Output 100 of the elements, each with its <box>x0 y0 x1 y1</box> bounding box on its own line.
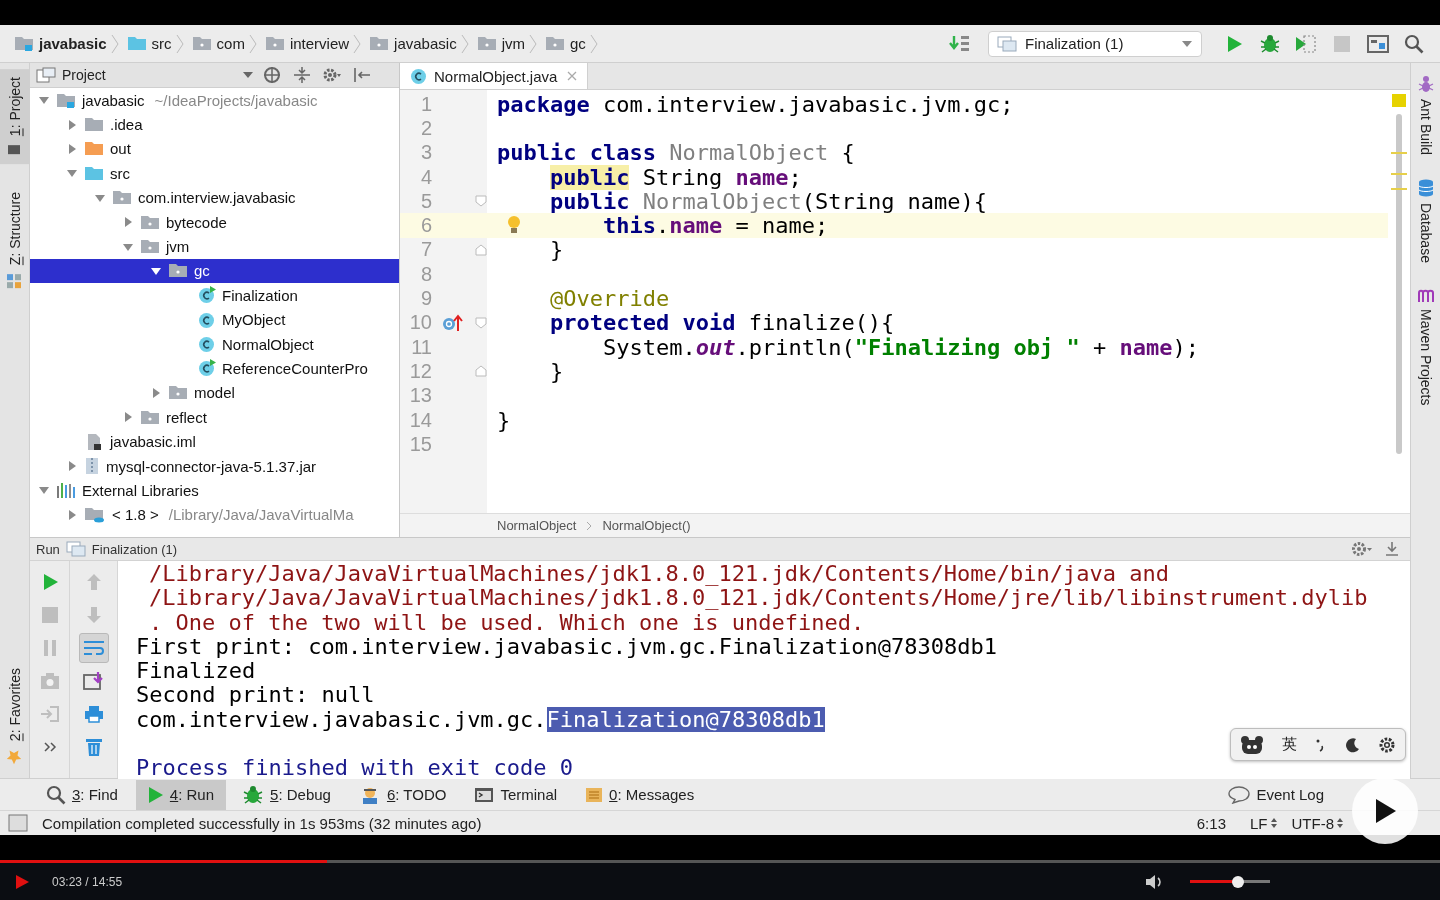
console-line: com.interview.javabasic.jvm.gc.Finalization@78308db1 <box>136 706 826 732</box>
camera-icon <box>39 672 60 690</box>
language-toggle[interactable]: 英 <box>1281 735 1297 755</box>
print-icon <box>83 705 104 723</box>
run-config-dropdown[interactable]: Finalization (1) <box>988 30 1202 57</box>
run-toolbar-button[interactable] <box>78 633 109 663</box>
chevron-icon <box>248 33 257 54</box>
code-line: public String name; <box>550 164 802 190</box>
tool-tab[interactable]: 5: Debug <box>232 779 343 810</box>
database-icon <box>1417 179 1434 198</box>
window-icon <box>65 541 86 557</box>
tree-item[interactable]: jvm <box>30 234 399 259</box>
volume-thumb[interactable] <box>1232 875 1244 888</box>
caret-position[interactable]: 6:13 <box>1196 814 1226 832</box>
line-number: 6 <box>419 214 433 238</box>
settings-icon[interactable] <box>1378 735 1397 754</box>
tree-item[interactable]: MyObject <box>30 307 399 332</box>
sdk-folder-icon <box>84 506 106 523</box>
tool-window-tab[interactable]: Z: Structure <box>0 184 29 298</box>
tool-window-tab[interactable]: 2: Favorites <box>0 660 29 774</box>
tree-item[interactable]: src <box>30 161 399 186</box>
tree-item[interactable]: gc <box>30 258 399 284</box>
trash-icon <box>84 737 103 757</box>
collapse-icon <box>293 66 311 84</box>
line-number: 2 <box>419 116 433 140</box>
line-ending-selector[interactable]: LF <box>1250 814 1278 832</box>
tree-item[interactable]: reflect <box>30 405 399 430</box>
minimize-icon <box>1384 541 1400 557</box>
stop-icon <box>40 606 59 624</box>
tool-tab[interactable]: 6: TODO <box>348 779 459 810</box>
line-number: 15 <box>408 432 433 456</box>
tree-item[interactable]: bytecode <box>30 209 399 235</box>
tree-item[interactable]: .idea <box>30 112 399 137</box>
tool-tab[interactable]: 4: Run <box>135 779 227 810</box>
code-line: public class NormalObject { <box>497 140 855 166</box>
tool-tab[interactable]: 3: Find <box>36 779 130 810</box>
tool-window-tab[interactable]: Database <box>1413 175 1438 267</box>
speech-bubble-icon <box>1228 785 1251 804</box>
tree-item[interactable]: javabasic ~/IdeaProjects/javabasic <box>30 88 399 113</box>
tool-window-tab[interactable]: Maven Projects <box>1412 283 1439 410</box>
line-number: 9 <box>419 287 433 310</box>
line-number: 11 <box>410 335 433 359</box>
code-line: } <box>550 358 564 384</box>
breadcrumb[interactable]: NormalObject <box>497 518 577 533</box>
tree-item[interactable]: < 1.8 > /Library/Java/JavaVirtualMa <box>30 502 399 528</box>
run-tab[interactable]: Finalization (1) <box>65 541 178 557</box>
console-line: /Library/Java/JavaVirtualMachines/jdk1.8.0_121.jdk/Contents/Home/jre/lib/libinstrument.dylib <box>148 585 1369 610</box>
chevron-icon <box>175 33 184 54</box>
editor-tab[interactable]: NormalObject.java <box>400 63 589 89</box>
breadcrumb[interactable]: src <box>126 35 172 52</box>
fold-marker-icon[interactable] <box>475 195 487 208</box>
fold-marker-icon[interactable] <box>475 316 487 329</box>
breadcrumb[interactable]: NormalObject() <box>602 518 691 533</box>
stop-icon <box>1333 34 1351 53</box>
tree-item[interactable]: External Libraries <box>30 478 399 503</box>
tree-item[interactable]: NormalObject <box>30 331 399 357</box>
project-structure-icon <box>1367 33 1389 54</box>
archive-icon <box>84 457 100 476</box>
package-icon <box>191 36 212 51</box>
tree-item[interactable]: ReferenceCounterPro <box>30 356 399 381</box>
tool-window-tab[interactable]: 1: Project <box>0 69 29 165</box>
class-icon <box>198 310 216 329</box>
tree-item[interactable]: javabasic.iml <box>30 429 399 454</box>
tree-item[interactable]: model <box>30 380 399 406</box>
breadcrumb[interactable]: javabasic <box>14 35 107 52</box>
breadcrumb[interactable]: com <box>191 35 245 52</box>
search-icon <box>1404 33 1424 54</box>
override-method-icon[interactable] <box>441 313 463 332</box>
tree-item[interactable]: mysql-connector-java-5.1.37.jar <box>30 453 399 479</box>
breadcrumb[interactable]: javabasic <box>369 35 457 52</box>
up-down-icon <box>1269 817 1278 829</box>
breadcrumb[interactable]: interview <box>264 35 350 52</box>
encoding-selector[interactable]: UTF-8 <box>1291 814 1344 832</box>
tree-item[interactable]: com.interview.javabasic <box>30 185 399 210</box>
line-number: 5 <box>419 189 433 213</box>
breadcrumb[interactable]: gc <box>544 35 586 52</box>
caret-icon <box>1181 39 1193 48</box>
moon-icon[interactable] <box>1344 736 1361 753</box>
tool-tab[interactable]: Terminal <box>464 779 570 810</box>
event-log-tab[interactable]: Event Log <box>1218 779 1336 810</box>
video-time: 03:23 / 14:55 <box>52 874 124 889</box>
close-icon[interactable] <box>567 71 578 81</box>
more-icon[interactable] <box>42 741 57 753</box>
code-line: protected void finalize(){ <box>550 310 895 336</box>
console-line: Process finished with exit code 0 <box>136 755 575 780</box>
line-number: 14 <box>408 408 433 432</box>
exit-icon <box>39 705 60 723</box>
tree-item[interactable]: out <box>30 136 399 162</box>
panel-toggle-icon[interactable] <box>8 814 28 832</box>
line-number: 1 <box>419 92 433 116</box>
breadcrumb[interactable]: jvm <box>476 35 525 52</box>
fold-marker-icon[interactable] <box>475 365 487 378</box>
play-icon <box>1373 798 1397 824</box>
speaker-icon <box>1145 873 1163 890</box>
light-bulb-icon[interactable] <box>506 215 522 236</box>
tree-item[interactable]: Finalization <box>30 283 399 308</box>
tool-window-tab[interactable]: Ant Build <box>1413 71 1438 160</box>
fold-marker-icon[interactable] <box>475 243 487 256</box>
package-icon <box>168 263 188 279</box>
tool-tab[interactable]: 0: Messages <box>575 779 707 810</box>
